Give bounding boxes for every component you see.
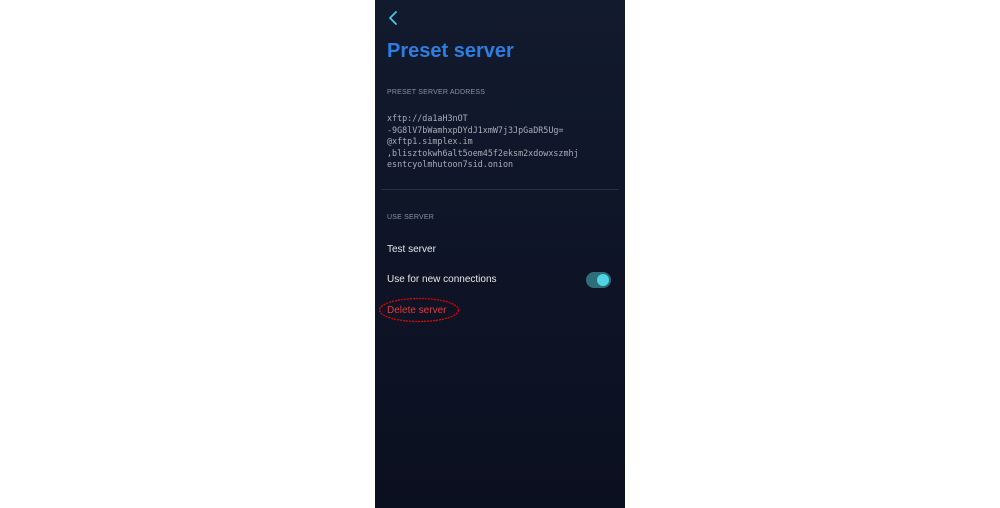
server-address-line: @xftp1.simplex.im [387, 136, 473, 146]
chevron-left-icon[interactable] [385, 9, 403, 27]
use-for-new-connections-label: Use for new connections [387, 274, 497, 285]
section-divider [381, 189, 619, 190]
server-address-line: -9G8lV7bWamhxpDYdJ1xmW7j3JpGaDR5Ug= [387, 124, 564, 135]
delete-server-button[interactable]: Delete server [387, 305, 446, 316]
test-server-button[interactable]: Test server [387, 244, 613, 255]
server-address-line: xftp://da1aH3nOT [387, 113, 468, 123]
app-screen: Preset server PRESET SERVER ADDRESS xftp… [375, 0, 625, 508]
toggle-knob [597, 274, 609, 286]
use-for-new-connections-toggle[interactable] [586, 272, 611, 288]
server-address-line: ,blisztokwh6alt5oem45f2eksm2xdowxszmhj [387, 147, 579, 158]
server-address-line: esntcyolmhutoon7sid.onion [387, 159, 514, 169]
address-section-label: PRESET SERVER ADDRESS [387, 89, 486, 96]
server-address[interactable]: xftp://da1aH3nOT -9G8lV7bWamhxpDYdJ1xmW7… [387, 113, 619, 171]
use-server-section-label: USE SERVER [387, 214, 434, 221]
page-title: Preset server [387, 40, 514, 62]
